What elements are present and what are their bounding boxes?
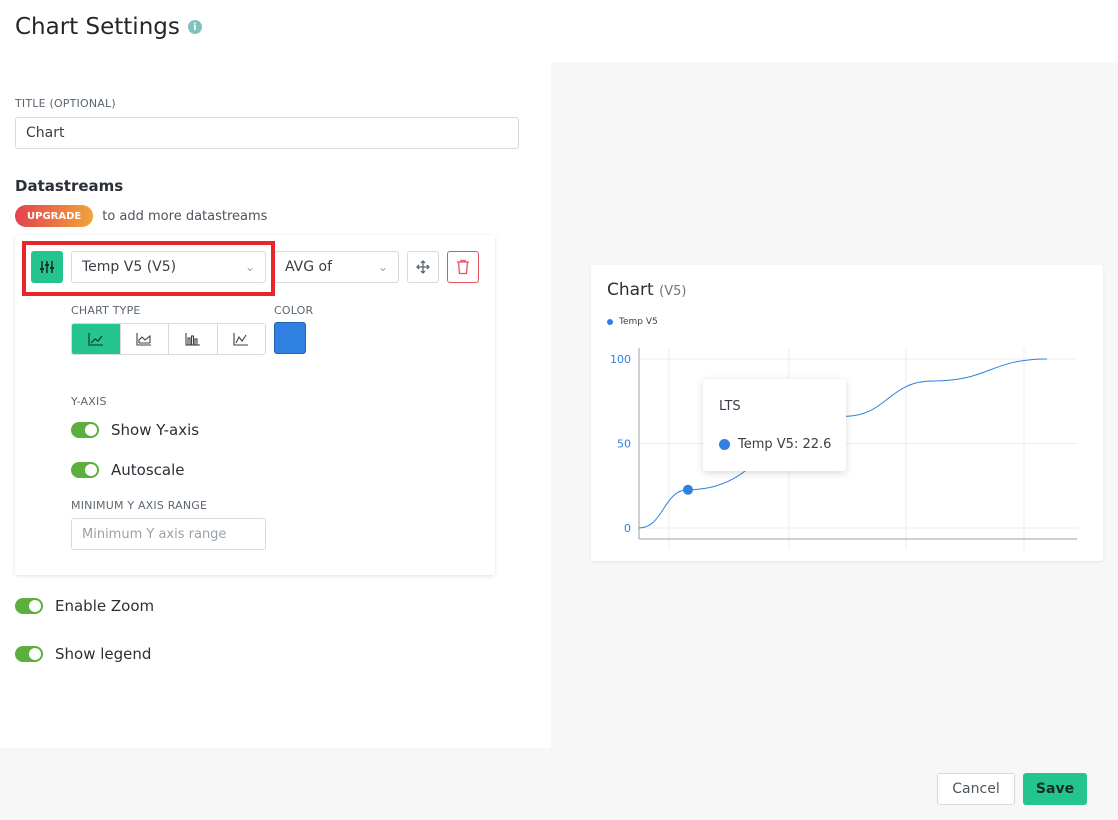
min-yaxis-label: MINIMUM Y AXIS RANGE <box>71 499 208 512</box>
y-tick-label: 100 <box>610 353 631 366</box>
color-swatch[interactable] <box>274 322 306 354</box>
chart-type-selector <box>71 323 266 355</box>
enable-zoom-toggle-row: Enable Zoom <box>15 597 154 615</box>
title-label: TITLE (OPTIONAL) <box>15 97 116 110</box>
upgrade-text: to add more datastreams <box>102 208 268 224</box>
chart-type-binary[interactable] <box>217 324 265 354</box>
legend-label: Temp V5 <box>619 317 658 327</box>
y-tick-label: 50 <box>617 438 631 451</box>
legend-dot <box>607 319 613 325</box>
save-button[interactable]: Save <box>1023 773 1087 805</box>
chart-type-label: CHART TYPE <box>71 304 141 317</box>
autoscale-toggle[interactable] <box>71 462 99 478</box>
chart-type-area[interactable] <box>120 324 169 354</box>
bar-chart-icon <box>185 333 200 346</box>
show-legend-toggle[interactable] <box>15 646 43 662</box>
trash-icon <box>457 259 469 275</box>
chart-tooltip: LTS Temp V5: 22.6 <box>703 379 846 471</box>
chart-preview-title: Chart (V5) <box>607 280 686 300</box>
page-title: Chart Settings i <box>15 14 202 40</box>
show-legend-label: Show legend <box>55 645 152 663</box>
chevron-down-icon: ⌄ <box>377 260 388 274</box>
binary-chart-icon <box>233 333 249 346</box>
chart-y-ticks: 100 50 0 <box>610 353 631 535</box>
info-icon[interactable]: i <box>187 20 202 34</box>
chart-type-bar[interactable] <box>169 324 218 354</box>
aggregation-select-value: AVG of <box>285 259 333 275</box>
chart-plot: 100 50 0 <box>610 348 1077 550</box>
page-title-text: Chart Settings <box>15 14 180 40</box>
move-button[interactable] <box>407 251 439 283</box>
upgrade-button[interactable]: UPGRADE <box>15 205 94 227</box>
chart-pin-text: (V5) <box>659 284 687 299</box>
min-yaxis-input[interactable]: Minimum Y axis range <box>71 518 266 550</box>
move-icon <box>416 260 430 274</box>
line-chart-icon <box>88 333 103 346</box>
highlight-point <box>682 484 693 495</box>
show-yaxis-toggle-row: Show Y-axis <box>71 421 199 439</box>
enable-zoom-label: Enable Zoom <box>55 597 155 615</box>
delete-button[interactable] <box>447 251 479 283</box>
datastreams-heading: Datastreams <box>15 177 124 195</box>
tooltip-dot <box>719 439 730 450</box>
aggregation-select[interactable]: AVG of ⌄ <box>274 251 399 283</box>
tooltip-row: Temp V5: 22.6 <box>719 437 831 452</box>
y-tick-label: 0 <box>624 522 631 535</box>
chart-legend: Temp V5 <box>607 317 658 327</box>
yaxis-section-label: Y-AXIS <box>71 395 107 408</box>
enable-zoom-toggle[interactable] <box>15 598 43 614</box>
highlight-annotation <box>22 241 275 296</box>
color-label: COLOR <box>274 304 314 317</box>
autoscale-toggle-row: Autoscale <box>71 461 184 479</box>
title-input[interactable]: Chart <box>15 117 519 149</box>
chart-type-line[interactable] <box>72 324 121 354</box>
cancel-button[interactable]: Cancel <box>937 773 1015 805</box>
show-yaxis-toggle[interactable] <box>71 422 99 438</box>
autoscale-label: Autoscale <box>111 461 185 479</box>
show-legend-toggle-row: Show legend <box>15 645 151 663</box>
upgrade-row: UPGRADE to add more datastreams <box>15 205 267 227</box>
chart-title-text: Chart <box>607 280 654 300</box>
show-yaxis-label: Show Y-axis <box>111 421 200 439</box>
tooltip-title: LTS <box>719 399 741 414</box>
tooltip-value: Temp V5: 22.6 <box>738 437 832 452</box>
area-chart-icon <box>136 333 152 346</box>
